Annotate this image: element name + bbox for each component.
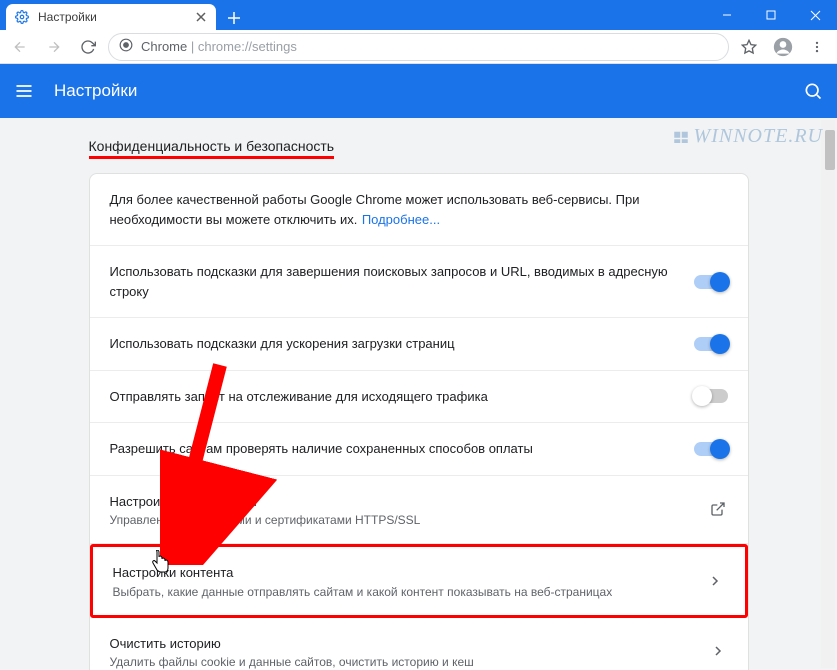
scrollbar-track[interactable] xyxy=(821,120,835,668)
section-title: Конфиденциальность и безопасность xyxy=(89,138,335,159)
window-titlebar: Настройки xyxy=(0,0,837,30)
site-info-icon xyxy=(119,38,133,55)
address-input[interactable]: Chrome | chrome://settings xyxy=(108,33,729,61)
tab-title: Настройки xyxy=(38,10,186,24)
address-path: chrome://settings xyxy=(198,39,297,54)
row-clear-history[interactable]: Очистить историю Удалить файлы cookie и … xyxy=(90,618,748,670)
row-label: Отправлять запрет на отслеживание для ис… xyxy=(110,387,674,407)
address-host: Chrome xyxy=(141,39,187,54)
toggle-do-not-track[interactable] xyxy=(694,389,728,403)
row-preload[interactable]: Использовать подсказки для ускорения заг… xyxy=(90,318,748,371)
toggle-payment-check[interactable] xyxy=(694,442,728,456)
tab-settings[interactable]: Настройки xyxy=(6,4,216,30)
intro-row: Для более качественной работы Google Chr… xyxy=(90,174,748,246)
content-area: Конфиденциальность и безопасность Для бо… xyxy=(0,118,837,670)
row-subtitle: Выбрать, какие данные отправлять сайтам … xyxy=(113,585,685,599)
menu-dots-icon[interactable] xyxy=(803,33,831,61)
address-bar: Chrome | chrome://settings xyxy=(0,30,837,64)
new-tab-button[interactable] xyxy=(222,6,246,30)
bookmark-icon[interactable] xyxy=(735,33,763,61)
gear-icon xyxy=(14,9,30,25)
watermark: WINNOTE.RU xyxy=(672,125,823,148)
search-icon[interactable] xyxy=(801,79,825,103)
address-sep: | xyxy=(187,39,198,54)
row-subtitle: Управление настройками и сертификатами H… xyxy=(110,513,688,527)
forward-button[interactable] xyxy=(40,33,68,61)
window-controls xyxy=(705,0,837,30)
learn-more-link[interactable]: Подробнее... xyxy=(362,212,440,227)
row-search-suggestions[interactable]: Использовать подсказки для завершения по… xyxy=(90,246,748,318)
row-title: Очистить историю xyxy=(110,634,688,654)
minimize-button[interactable] xyxy=(705,0,749,30)
watermark-text: WINNOTE.RU xyxy=(694,125,823,148)
row-certificates[interactable]: Настроить сертификаты Управление настрой… xyxy=(90,476,748,545)
settings-header: Настройки xyxy=(0,64,837,118)
close-icon[interactable] xyxy=(194,10,208,24)
chevron-right-icon xyxy=(705,571,725,591)
tab-strip: Настройки xyxy=(0,0,705,30)
back-button[interactable] xyxy=(6,33,34,61)
row-subtitle: Удалить файлы cookie и данные сайтов, оч… xyxy=(110,655,688,669)
row-do-not-track[interactable]: Отправлять запрет на отслеживание для ис… xyxy=(90,371,748,424)
external-link-icon xyxy=(708,499,728,519)
row-label: Использовать подсказки для завершения по… xyxy=(110,262,674,301)
page-title: Настройки xyxy=(54,81,783,101)
row-content-settings[interactable]: Настройки контента Выбрать, какие данные… xyxy=(90,544,748,618)
maximize-button[interactable] xyxy=(749,0,793,30)
toggle-preload[interactable] xyxy=(694,337,728,351)
chevron-right-icon xyxy=(708,641,728,661)
row-payment-check[interactable]: Разрешить сайтам проверять наличие сохра… xyxy=(90,423,748,476)
close-window-button[interactable] xyxy=(793,0,837,30)
row-label: Разрешить сайтам проверять наличие сохра… xyxy=(110,439,674,459)
hamburger-icon[interactable] xyxy=(12,79,36,103)
row-title: Настройки контента xyxy=(113,563,685,583)
settings-card: Для более качественной работы Google Chr… xyxy=(89,173,749,670)
row-label: Использовать подсказки для ускорения заг… xyxy=(110,334,674,354)
profile-icon[interactable] xyxy=(769,33,797,61)
row-title: Настроить сертификаты xyxy=(110,492,688,512)
reload-button[interactable] xyxy=(74,33,102,61)
toggle-search-suggestions[interactable] xyxy=(694,275,728,289)
scrollbar-thumb[interactable] xyxy=(825,130,835,170)
